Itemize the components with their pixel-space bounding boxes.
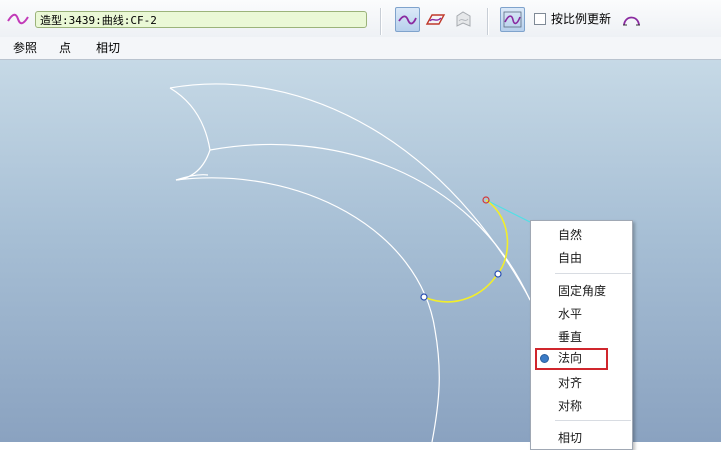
curvature-button[interactable] [500, 7, 525, 32]
proportional-update-checkbox[interactable] [534, 13, 546, 25]
surface-curve-button[interactable] [451, 7, 476, 32]
menu-points[interactable]: 点 [57, 39, 73, 57]
menu-separator [555, 420, 631, 421]
tangent-vector [485, 199, 531, 223]
menu-item-horizontal[interactable]: 水平 [558, 305, 582, 323]
free-curve-icon [7, 13, 29, 25]
menu-tangency[interactable]: 相切 [94, 39, 122, 57]
curve-point-marker [494, 270, 502, 278]
menu-item-symmetric[interactable]: 对称 [558, 397, 582, 415]
middle-boundary-curve [209, 143, 531, 301]
menu-item-vertical[interactable]: 垂直 [558, 328, 582, 346]
highlight-annotation [535, 348, 608, 370]
menu-item-natural[interactable]: 自然 [558, 226, 582, 244]
plane-curve-button[interactable] [423, 7, 448, 32]
planar-curve-icon [425, 14, 446, 25]
menu-separator [555, 273, 631, 274]
toolbar-separator [487, 8, 488, 35]
curve-name-field[interactable]: 造型:3439:曲线:CF-2 [35, 11, 367, 28]
toolbar-separator [380, 8, 381, 35]
menu-references[interactable]: 参照 [11, 39, 39, 57]
curvature-plot-icon [503, 11, 522, 28]
inner-boundary-curve [175, 177, 440, 442]
menu-item-align[interactable]: 对齐 [558, 374, 582, 392]
tangency-context-menu: 自然 自由 固定角度 水平 垂直 法向 对齐 对称 相切 [530, 220, 633, 450]
curve-toolbar: 造型:3439:曲线:CF-2 按比例更新 [0, 0, 721, 37]
proportional-update-button[interactable] [619, 7, 644, 32]
menu-item-free[interactable]: 自由 [558, 249, 582, 267]
surface-curve-icon [456, 11, 471, 27]
menu-item-tangent[interactable]: 相切 [558, 429, 582, 447]
edited-free-curve [423, 199, 509, 303]
dashboard-menubar: 参照 点 相切 [0, 37, 721, 60]
curve-point-marker [420, 293, 428, 301]
menu-item-fixed-angle[interactable]: 固定角度 [558, 282, 606, 300]
arch-icon [623, 16, 640, 26]
outer-boundary-curve [169, 83, 551, 341]
upper-closure-curve [169, 87, 211, 181]
curve-fit-button[interactable] [395, 7, 420, 32]
proportional-update-label: 按比例更新 [551, 12, 612, 26]
curve-tangent-icon [398, 15, 417, 25]
